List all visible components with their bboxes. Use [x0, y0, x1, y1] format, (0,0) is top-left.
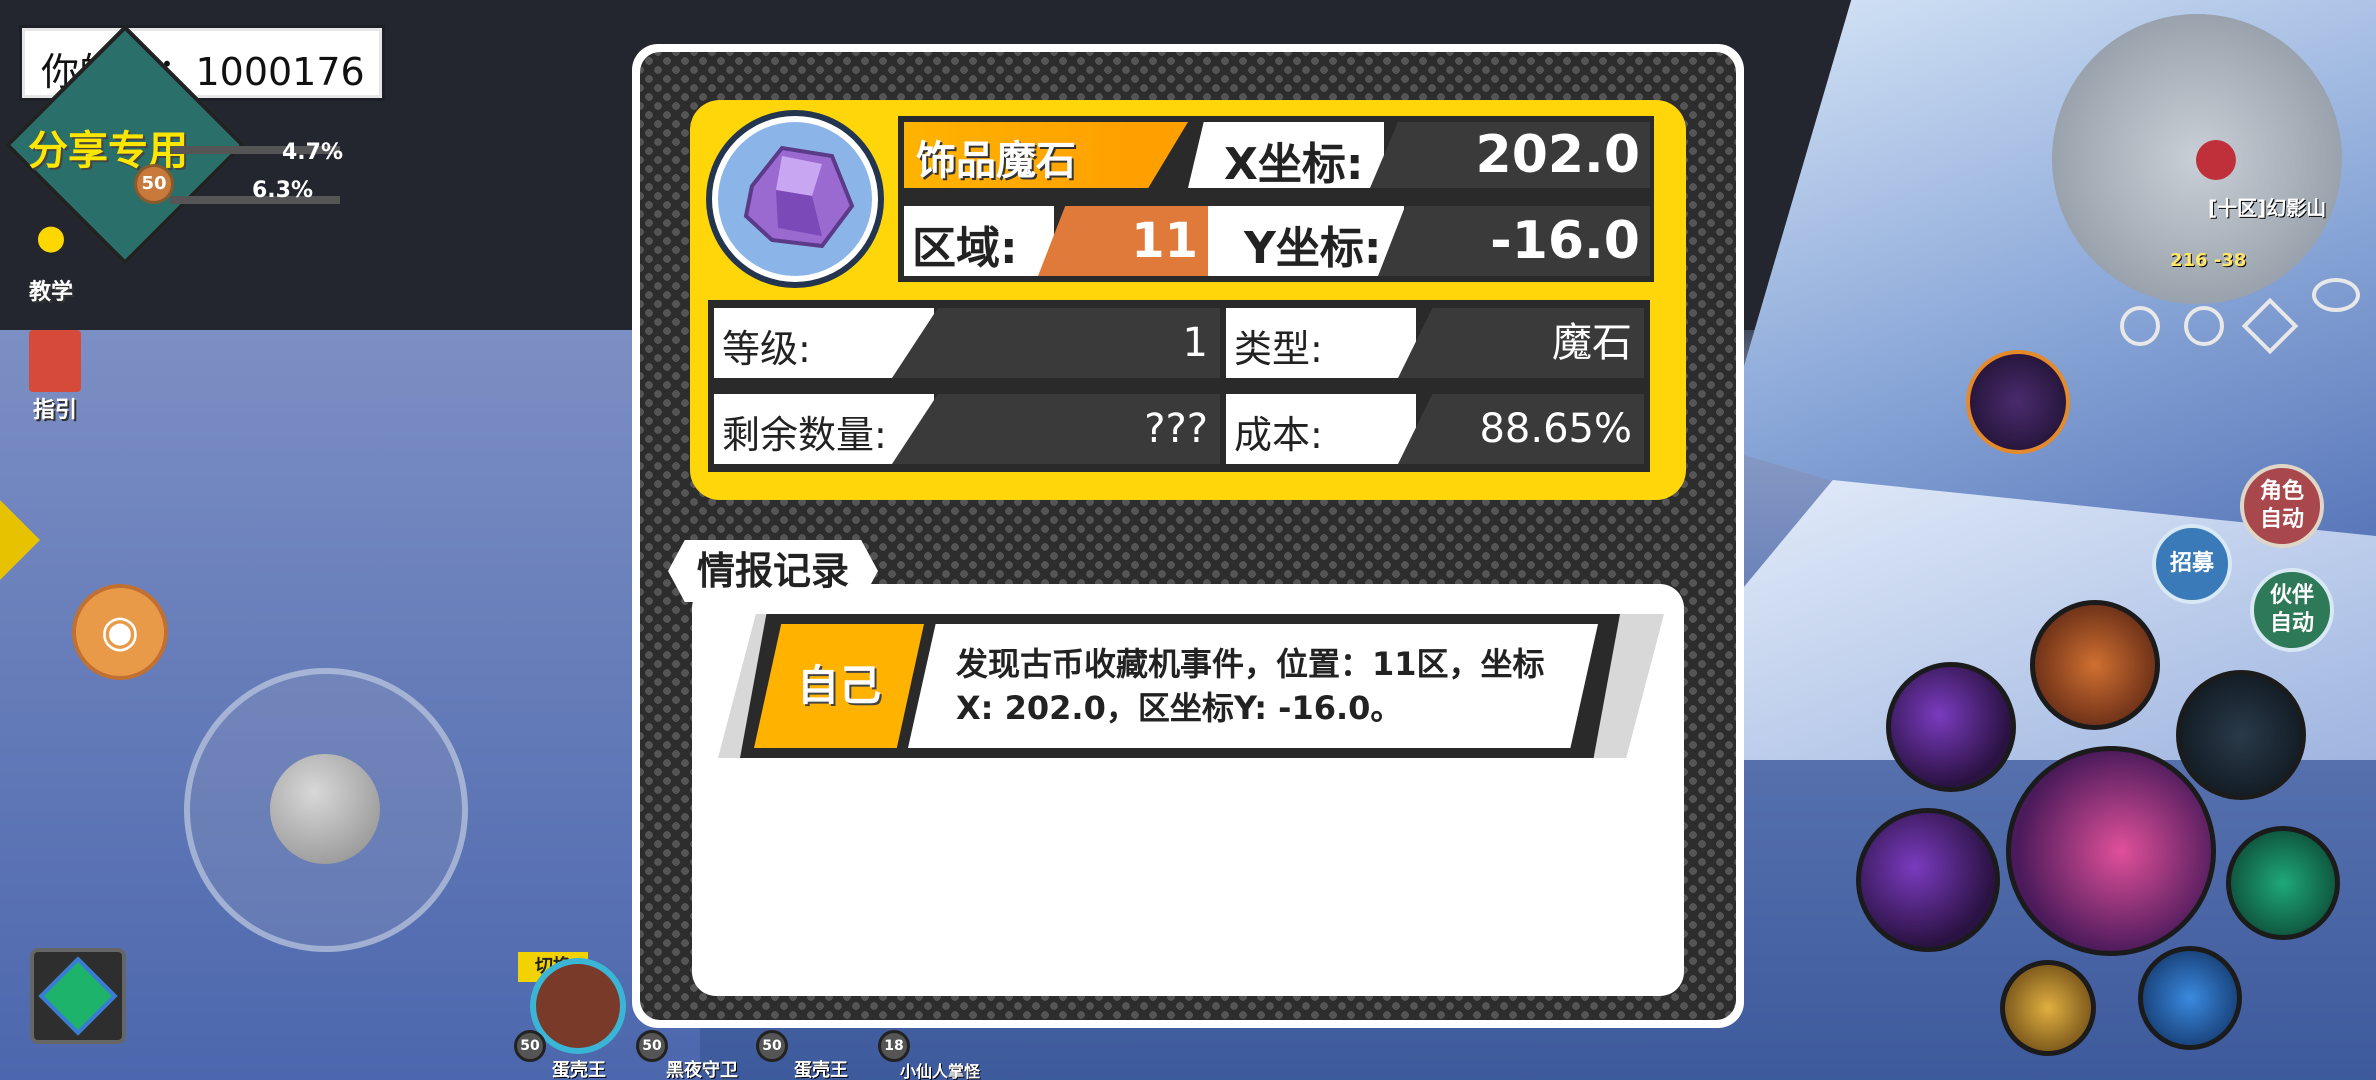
cost-value: 88.65% [1398, 394, 1644, 464]
info-panel-body: 饰品魔石 X坐标: 202.0 区域: 11 Y坐标: -16.0 等级: 1 … [640, 52, 1736, 1020]
skill-locked-1[interactable] [2030, 600, 2160, 730]
intel-log-title: 情报记录 [696, 549, 849, 593]
minimap-zone-label: [十区]幻影山 [2208, 196, 2327, 220]
stat-value-1: 4.7% [282, 140, 344, 165]
stat-value-2: 6.3% [252, 178, 314, 203]
party-name-1: 蛋壳王 [552, 1060, 606, 1080]
party-name-3: 蛋壳王 [794, 1060, 848, 1080]
role-auto-button[interactable]: 角色自动 [2240, 464, 2324, 548]
dodge-button[interactable] [2138, 946, 2242, 1050]
guide-label: 指引 [32, 398, 77, 423]
intel-log-box: 自己 发现古币收藏机事件，位置：11区，坐标X: 202.0，区坐标Y: -16… [692, 584, 1684, 996]
y-coord-label: Y坐标: [1208, 206, 1404, 276]
zone-value: 11 [1038, 206, 1208, 276]
party-name-2: 黑夜守卫 [666, 1060, 738, 1080]
level-badge: 50 [134, 164, 174, 204]
eye-hide-icon[interactable] [2312, 278, 2360, 312]
guide-button[interactable]: 指引 [20, 330, 90, 426]
joystick-knob[interactable] [270, 754, 380, 864]
document-icon [29, 330, 81, 392]
skill-1[interactable] [1886, 662, 2016, 792]
target-button[interactable] [2226, 826, 2340, 940]
zone-label: 区域: [904, 206, 1054, 276]
diamond-icon [38, 956, 118, 1036]
remaining-value: ??? [892, 394, 1220, 464]
intel-log-tab[interactable]: 情报记录 [668, 540, 878, 602]
mount-button[interactable] [30, 948, 126, 1044]
minimap-coords: 216 -38 [2170, 250, 2247, 271]
log-entry[interactable]: 自己 发现古币收藏机事件，位置：11区，坐标X: 202.0，区坐标Y: -16… [718, 614, 1664, 758]
item-stats-grid: 等级: 1 类型: 魔石 剩余数量: ??? 成本: 88.65% [708, 300, 1650, 472]
tutorial-button[interactable]: ⚫ 教学 [16, 210, 86, 306]
type-label: 类型: [1226, 308, 1416, 378]
lightbulb-icon: ⚫ [27, 209, 75, 274]
skill-locked-2[interactable] [2176, 670, 2306, 800]
x-coord-label: X坐标: [1188, 122, 1384, 188]
tutorial-label: 教学 [28, 280, 73, 305]
log-entry-text: 发现古币收藏机事件，位置：11区，坐标X: 202.0，区坐标Y: -16.0。 [956, 645, 1545, 727]
x-coord-value: 202.0 [1370, 122, 1650, 188]
info-panel: 饰品魔石 X坐标: 202.0 区域: 11 Y坐标: -16.0 等级: 1 … [632, 44, 1744, 1028]
backpack-button[interactable]: ◉ [72, 584, 168, 680]
party-level-3: 50 [756, 1030, 788, 1062]
location-pin-icon[interactable] [2120, 306, 2160, 346]
item-info-card: 饰品魔石 X坐标: 202.0 区域: 11 Y坐标: -16.0 等级: 1 … [690, 100, 1686, 500]
party-level-2: 50 [636, 1030, 668, 1062]
log-entry-source: 自己 [754, 624, 924, 748]
refresh-icon[interactable] [2184, 306, 2224, 346]
player-marker-icon [2196, 140, 2236, 180]
y-coord-value: -16.0 [1378, 206, 1650, 276]
main-attack-button[interactable] [2006, 746, 2216, 956]
party-name-4: 小仙人掌怪 [900, 1062, 981, 1080]
type-value: 魔石 [1398, 308, 1644, 378]
recruit-button[interactable]: 招募 [2152, 524, 2232, 604]
item-icon [706, 110, 884, 288]
backpack-icon: ◉ [100, 606, 140, 657]
cost-label: 成本: [1226, 394, 1416, 464]
item-header-grid: 饰品魔石 X坐标: 202.0 区域: 11 Y坐标: -16.0 [898, 116, 1654, 282]
item-name: 饰品魔石 [904, 122, 1188, 188]
level-value: 1 [892, 308, 1220, 378]
pet-portrait-button[interactable] [1966, 350, 2070, 454]
gem-icon [743, 145, 855, 249]
partner-auto-button[interactable]: 伙伴自动 [2250, 568, 2334, 652]
sprint-button[interactable] [2000, 960, 2096, 1056]
skill-2[interactable] [1856, 808, 2000, 952]
party-level-1: 50 [514, 1030, 546, 1062]
